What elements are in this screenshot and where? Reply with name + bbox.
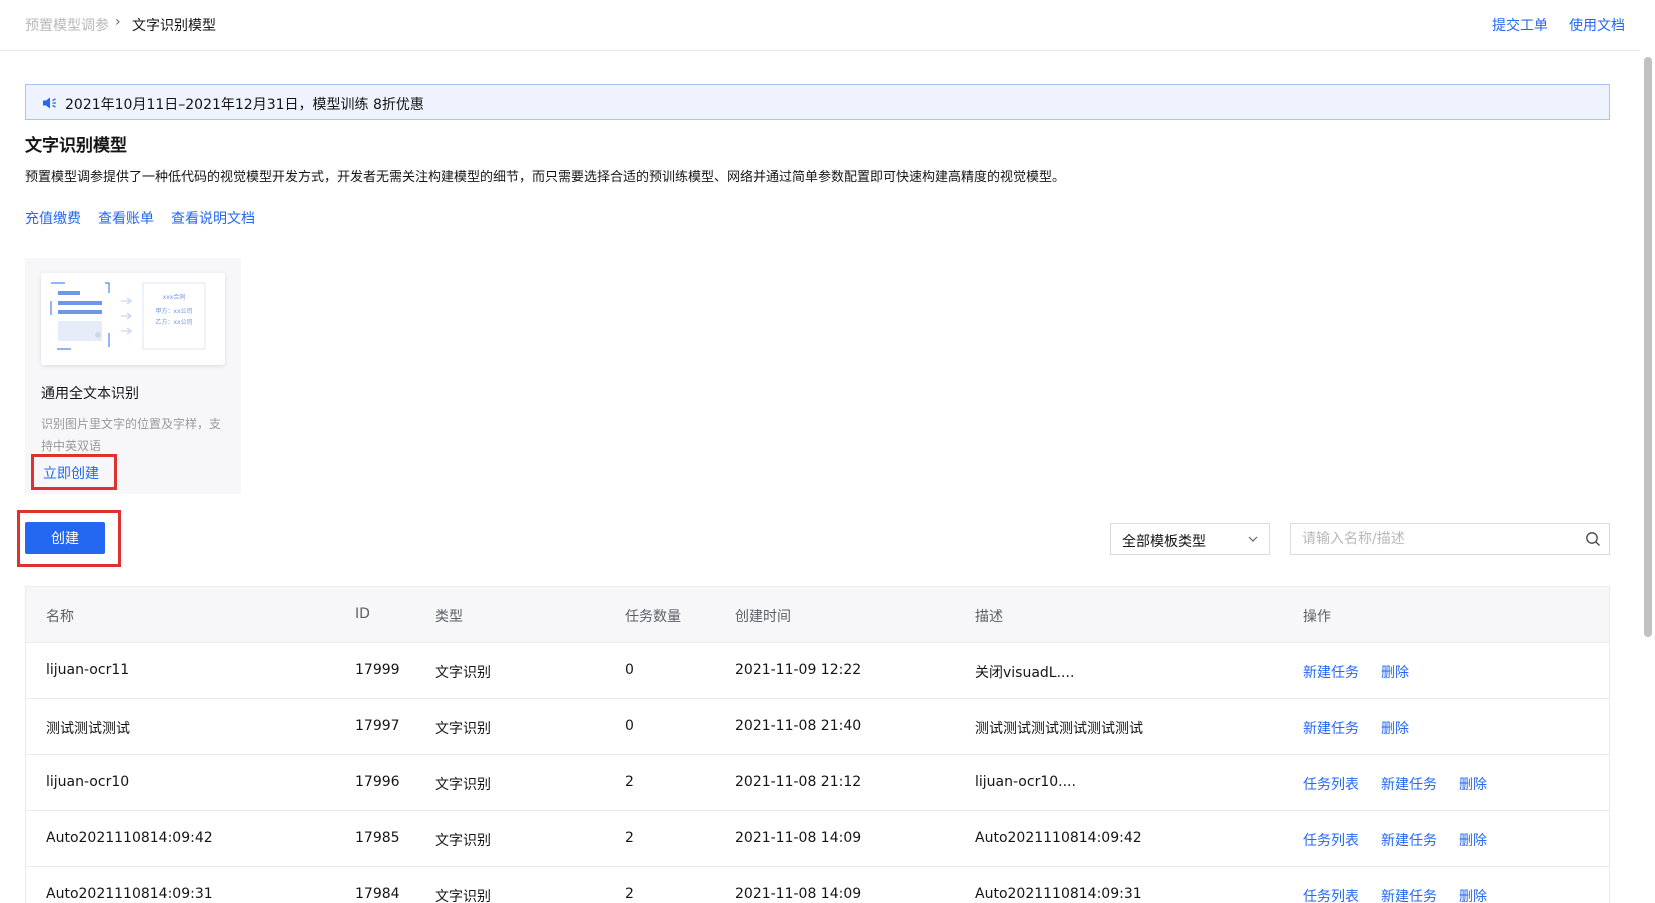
delete-link[interactable]: 删除 xyxy=(1459,886,1487,903)
illustration-line1: xxx合同 xyxy=(163,293,186,301)
col-name: 名称 xyxy=(46,609,74,625)
breadcrumb-parent[interactable]: 预置模型调参 xyxy=(25,15,109,35)
view-docs-link[interactable]: 查看说明文档 xyxy=(171,208,255,228)
cell-created: 2021-11-08 14:09 xyxy=(735,886,862,902)
chevron-down-icon xyxy=(1248,536,1258,542)
delete-link[interactable]: 删除 xyxy=(1459,830,1487,850)
cell-id: 17984 xyxy=(355,886,400,902)
template-illustration: xxx合同 甲方：xx公司 乙方：xx公司 xyxy=(41,273,225,365)
docs-link[interactable]: 使用文档 xyxy=(1569,15,1625,35)
cell-id: 17999 xyxy=(355,662,400,678)
template-name: 通用全文本识别 xyxy=(41,386,139,402)
cell-desc: Auto2021110814:09:31 xyxy=(975,886,1142,902)
cell-tasks: 0 xyxy=(625,662,634,678)
speaker-icon xyxy=(43,97,56,109)
delete-link[interactable]: 删除 xyxy=(1459,774,1487,794)
cell-id: 17997 xyxy=(355,718,400,734)
row-actions: 新建任务 删除 xyxy=(1303,718,1409,738)
col-created: 创建时间 xyxy=(735,609,791,625)
new-task-link[interactable]: 新建任务 xyxy=(1303,662,1359,682)
cell-name: 测试测试测试 xyxy=(46,721,130,737)
delete-link[interactable]: 删除 xyxy=(1381,718,1409,738)
table-row: Auto2021110814:09:31 17984 文字识别 2 2021-1… xyxy=(26,867,1609,903)
cell-desc: 关闭visuadL.... xyxy=(975,665,1075,681)
new-task-link[interactable]: 新建任务 xyxy=(1381,830,1437,850)
recharge-link[interactable]: 充值缴费 xyxy=(25,208,81,228)
cell-type: 文字识别 xyxy=(435,833,491,849)
cell-type: 文字识别 xyxy=(435,721,491,737)
table-row: Auto2021110814:09:42 17985 文字识别 2 2021-1… xyxy=(26,811,1609,867)
illustration-line2: 甲方：xx公司 xyxy=(155,307,192,315)
promo-notice: 2021年10月11日–2021年12月31日，模型训练 8折优惠 xyxy=(25,84,1610,120)
cell-type: 文字识别 xyxy=(435,777,491,793)
cell-desc: lijuan-ocr10.... xyxy=(975,774,1076,790)
col-desc: 描述 xyxy=(975,609,1003,625)
row-actions: 新建任务 删除 xyxy=(1303,662,1409,682)
cell-created: 2021-11-09 12:22 xyxy=(735,662,862,678)
cell-created: 2021-11-08 21:40 xyxy=(735,718,862,734)
cell-id: 17996 xyxy=(355,774,400,790)
page-description: 预置模型调参提供了一种低代码的视觉模型开发方式，开发者无需关注构建模型的细节，而… xyxy=(25,170,1066,185)
search-box xyxy=(1290,523,1610,555)
row-actions: 任务列表 新建任务 删除 xyxy=(1303,886,1487,903)
create-button[interactable]: 创建 xyxy=(25,522,105,554)
col-ops: 操作 xyxy=(1303,609,1331,625)
model-table: 名称 ID 类型 任务数量 创建时间 描述 操作 lijuan-ocr11 17… xyxy=(25,586,1610,903)
cell-name: lijuan-ocr11 xyxy=(46,662,130,678)
col-tasks: 任务数量 xyxy=(625,609,681,625)
cell-desc: Auto2021110814:09:42 xyxy=(975,830,1142,846)
table-row: 测试测试测试 17997 文字识别 0 2021-11-08 21:40 测试测… xyxy=(26,699,1609,755)
cell-name: Auto2021110814:09:31 xyxy=(46,886,213,902)
table-header: 名称 ID 类型 任务数量 创建时间 描述 操作 xyxy=(26,587,1609,643)
submit-ticket-link[interactable]: 提交工单 xyxy=(1492,15,1548,35)
cell-type: 文字识别 xyxy=(435,889,491,903)
cell-created: 2021-11-08 21:12 xyxy=(735,774,862,790)
breadcrumb-chevron-icon: › xyxy=(115,14,121,30)
view-bill-link[interactable]: 查看账单 xyxy=(98,208,154,228)
cell-type: 文字识别 xyxy=(435,665,491,681)
template-type-value: 全部模板类型 xyxy=(1122,534,1206,550)
task-list-link[interactable]: 任务列表 xyxy=(1303,830,1359,850)
quick-links: 充值缴费 查看账单 查看说明文档 xyxy=(25,208,255,228)
cell-tasks: 2 xyxy=(625,774,634,790)
search-input[interactable] xyxy=(1291,524,1571,554)
cell-name: Auto2021110814:09:42 xyxy=(46,830,213,846)
cell-tasks: 2 xyxy=(625,886,634,902)
new-task-link[interactable]: 新建任务 xyxy=(1381,886,1437,903)
table-row: lijuan-ocr10 17996 文字识别 2 2021-11-08 21:… xyxy=(26,755,1609,811)
top-bar: 预置模型调参 › 文字识别模型 提交工单 使用文档 xyxy=(0,0,1640,51)
task-list-link[interactable]: 任务列表 xyxy=(1303,886,1359,903)
cell-tasks: 2 xyxy=(625,830,634,846)
col-type: 类型 xyxy=(435,609,463,625)
cell-name: lijuan-ocr10 xyxy=(46,774,130,790)
row-actions: 任务列表 新建任务 删除 xyxy=(1303,774,1487,794)
delete-link[interactable]: 删除 xyxy=(1381,662,1409,682)
cell-created: 2021-11-08 14:09 xyxy=(735,830,862,846)
cell-tasks: 0 xyxy=(625,718,634,734)
ocr-illustration-icon: xxx合同 甲方：xx公司 乙方：xx公司 xyxy=(50,282,206,350)
table-row: lijuan-ocr11 17999 文字识别 0 2021-11-09 12:… xyxy=(26,643,1609,699)
search-icon[interactable] xyxy=(1585,531,1601,547)
page-title: 文字识别模型 xyxy=(25,136,127,156)
template-description: 识别图片里文字的位置及字样，支持中英双语 xyxy=(41,417,222,453)
cell-desc: 测试测试测试测试测试测试 xyxy=(975,721,1143,737)
create-now-link[interactable]: 立即创建 xyxy=(31,454,117,490)
task-list-link[interactable]: 任务列表 xyxy=(1303,774,1359,794)
cell-id: 17985 xyxy=(355,830,400,846)
col-id: ID xyxy=(355,606,370,622)
template-type-select[interactable]: 全部模板类型 xyxy=(1110,523,1270,555)
template-card[interactable]: xxx合同 甲方：xx公司 乙方：xx公司 通用全文本识别 识别图片里文字的位置… xyxy=(25,258,241,494)
notice-text: 2021年10月11日–2021年12月31日，模型训练 8折优惠 xyxy=(65,97,424,113)
breadcrumb-current: 文字识别模型 xyxy=(132,18,216,34)
scrollbar[interactable] xyxy=(1644,57,1652,637)
row-actions: 任务列表 新建任务 删除 xyxy=(1303,830,1487,850)
new-task-link[interactable]: 新建任务 xyxy=(1381,774,1437,794)
illustration-line3: 乙方：xx公司 xyxy=(155,318,192,326)
new-task-link[interactable]: 新建任务 xyxy=(1303,718,1359,738)
